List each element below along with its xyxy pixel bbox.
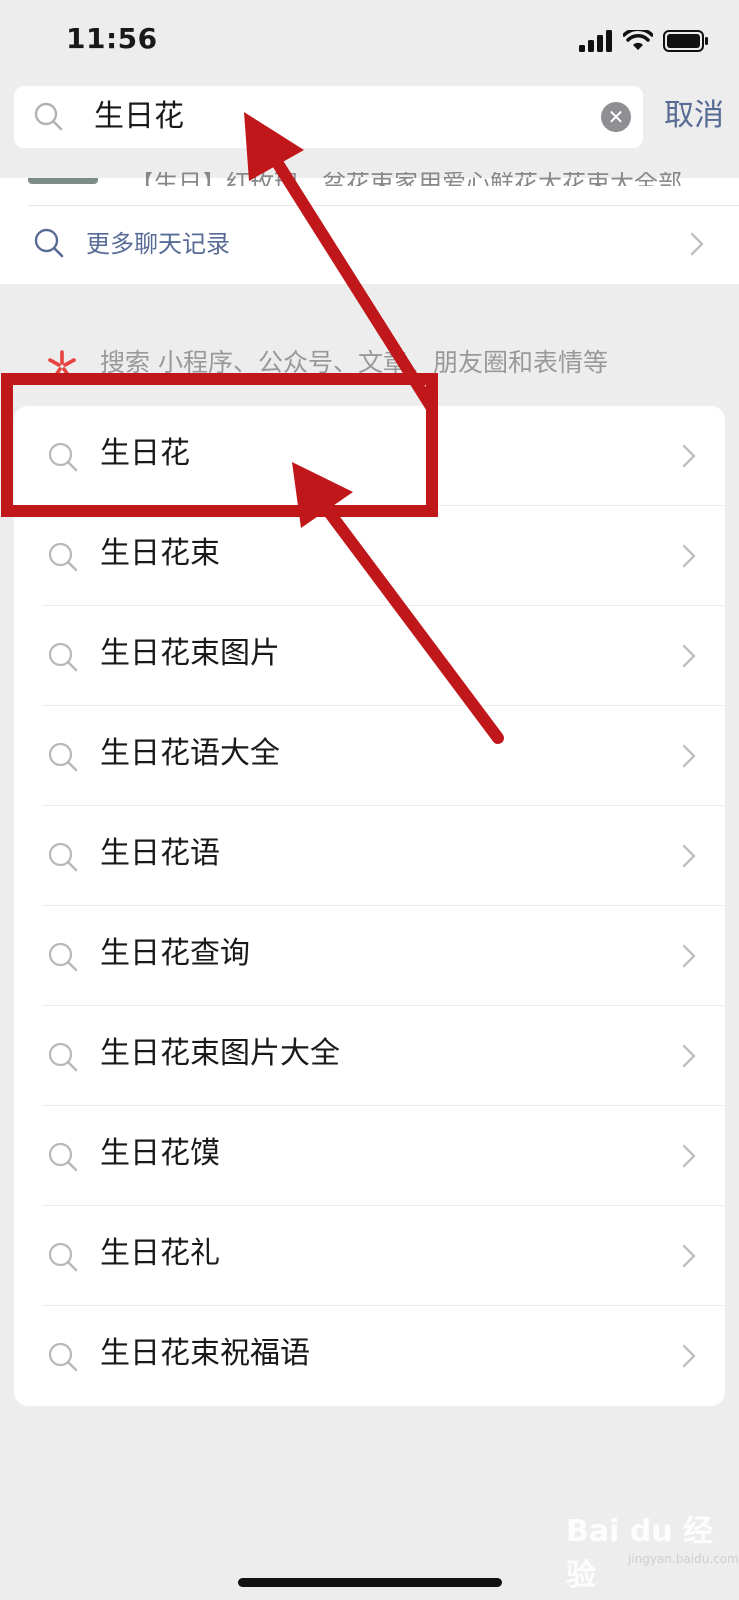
more-chat-history-label: 更多聊天记录 xyxy=(86,230,230,258)
status-time: 11:56 xyxy=(66,22,158,55)
watermark-site: jingyan.baidu.com xyxy=(628,1552,739,1566)
suggestion-label: 生日花束图片 xyxy=(100,636,280,671)
chevron-right-icon xyxy=(682,444,696,468)
search-icon xyxy=(48,1342,78,1372)
search-query[interactable]: 生日花 xyxy=(94,98,184,136)
chevron-right-icon xyxy=(690,232,704,256)
suggestion-item[interactable]: 生日花束图片 xyxy=(14,606,725,706)
suggestion-label: 生日花语 xyxy=(100,836,220,871)
suggestion-label: 生日花 xyxy=(100,436,190,471)
suggestion-item[interactable]: 生日花束 xyxy=(14,506,725,606)
more-chat-history-row[interactable]: 更多聊天记录 xyxy=(0,206,739,284)
chevron-right-icon xyxy=(682,944,696,968)
cellular-signal-icon xyxy=(579,30,612,52)
status-bar: 11:56 xyxy=(0,0,739,80)
suggestion-item[interactable]: 生日花查询 xyxy=(14,906,725,1006)
search-scope-icon xyxy=(48,350,76,380)
chat-result-snippet[interactable]: 【生日】红玫瑰…盆花束家用爱心鲜花大花束大全部… xyxy=(130,172,710,186)
baidu-watermark: Bai du 经验 xyxy=(566,1514,714,1593)
suggestion-label: 生日花束图片大全 xyxy=(100,1036,340,1071)
search-icon xyxy=(48,1242,78,1272)
search-icon xyxy=(48,442,78,472)
cancel-button[interactable]: 取消 xyxy=(664,96,724,136)
search-icon xyxy=(34,228,64,258)
chevron-right-icon xyxy=(682,1144,696,1168)
chevron-right-icon xyxy=(682,1044,696,1068)
search-icon xyxy=(48,542,78,572)
search-icon xyxy=(48,642,78,672)
chat-results-panel: 【生日】红玫瑰…盆花束家用爱心鲜花大花束大全部… 更多聊天记录 xyxy=(0,172,739,284)
close-icon: ✕ xyxy=(607,105,625,129)
search-icon xyxy=(48,1142,78,1172)
chevron-right-icon xyxy=(682,1244,696,1268)
chevron-right-icon xyxy=(682,544,696,568)
home-indicator[interactable] xyxy=(238,1578,502,1587)
chat-thumbnail xyxy=(28,178,98,184)
search-scope-text: 搜索 小程序、公众号、文章、朋友圈和表情等 xyxy=(100,348,608,377)
search-icon xyxy=(48,742,78,772)
suggestion-item[interactable]: 生日花语 xyxy=(14,806,725,906)
suggestion-label: 生日花礼 xyxy=(100,1236,220,1271)
suggestion-label: 生日花查询 xyxy=(100,936,250,971)
suggestion-item[interactable]: 生日花束祝福语 xyxy=(14,1306,725,1406)
search-icon xyxy=(48,842,78,872)
chevron-right-icon xyxy=(682,1344,696,1368)
suggestion-label: 生日花束祝福语 xyxy=(100,1336,310,1371)
search-icon xyxy=(34,102,63,131)
clear-search-button[interactable]: ✕ xyxy=(601,102,631,132)
search-icon xyxy=(48,1042,78,1072)
suggestion-label: 生日花束 xyxy=(100,536,220,571)
search-input[interactable]: 生日花 ✕ xyxy=(14,86,643,148)
search-icon xyxy=(48,942,78,972)
suggestion-item[interactable]: 生日花束图片大全 xyxy=(14,1006,725,1106)
chevron-right-icon xyxy=(682,744,696,768)
chevron-right-icon xyxy=(682,844,696,868)
suggestion-item[interactable]: 生日花馍 xyxy=(14,1106,725,1206)
suggestion-label: 生日花馍 xyxy=(100,1136,220,1171)
suggestion-item[interactable]: 生日花礼 xyxy=(14,1206,725,1306)
status-icons xyxy=(579,26,709,56)
battery-icon xyxy=(663,30,708,52)
suggestion-label: 生日花语大全 xyxy=(100,736,280,771)
suggestion-item[interactable]: 生日花语大全 xyxy=(14,706,725,806)
suggestion-item[interactable]: 生日花 xyxy=(14,406,725,506)
search-scope-row[interactable]: 搜索 小程序、公众号、文章、朋友圈和表情等 xyxy=(0,340,739,390)
suggestion-list: 生日花 生日花束 生日花束图片 生日花语大全 生日花语 生日花查询 生日花束图片… xyxy=(14,406,725,1406)
wifi-icon xyxy=(623,30,653,50)
chevron-right-icon xyxy=(682,644,696,668)
